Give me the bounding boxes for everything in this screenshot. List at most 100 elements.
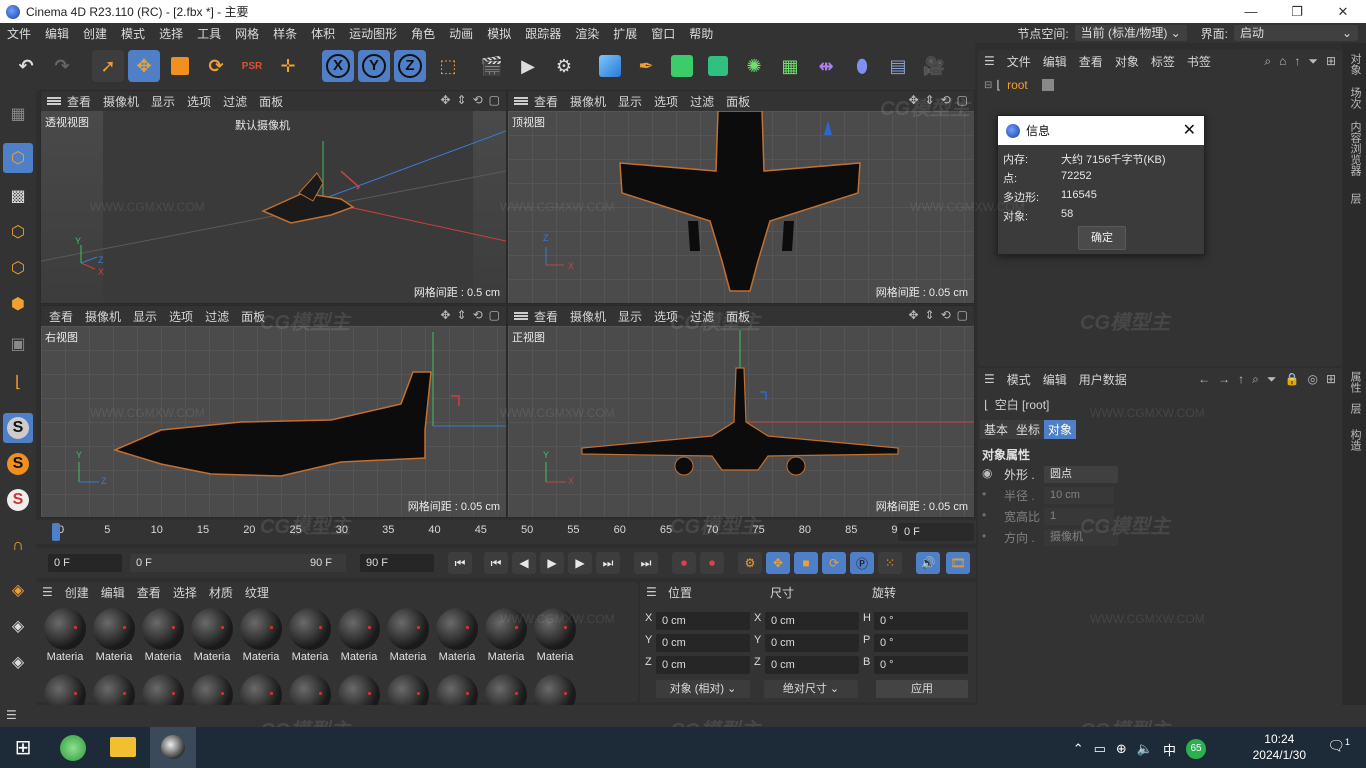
back-arrow-icon[interactable]: ←: [1198, 372, 1210, 387]
cloner-button[interactable]: ✺: [738, 50, 770, 82]
material-swatch[interactable]: Materia: [140, 608, 186, 663]
vp-menu-filter[interactable]: 过滤: [217, 93, 253, 110]
vp-menu-display[interactable]: 显示: [127, 308, 163, 325]
front-viewport[interactable]: 查看 摄像机 显示 选项 过滤 面板 ✥ ⇕ ⟲ ▢ 正视图 Y X 网格间距 : 0…: [507, 305, 975, 518]
object-tree-row-root[interactable]: ⊟ ⌊ root: [984, 78, 1054, 92]
side-tab-attributes[interactable]: 属性: [1347, 371, 1363, 393]
position-field[interactable]: 0 cm: [656, 634, 750, 652]
material-swatch[interactable]: Materia: [483, 608, 529, 663]
vp-menu-options[interactable]: 选项: [648, 308, 684, 325]
target-icon[interactable]: ◎: [1307, 372, 1317, 387]
keyframe-selection-button[interactable]: ⚙: [738, 552, 762, 574]
menu-animate[interactable]: 动画: [442, 25, 480, 42]
zoom-icon[interactable]: ⇕: [925, 308, 935, 322]
mat-menu-view[interactable]: 查看: [131, 584, 167, 601]
speaker-icon[interactable]: 🔈: [1137, 741, 1153, 757]
chevron-up-icon[interactable]: ⌃: [1073, 741, 1084, 757]
x-axis-lock-button[interactable]: X: [322, 50, 354, 82]
make-editable-button[interactable]: ▦: [3, 99, 33, 129]
coordinate-mode-dropdown[interactable]: 对象 (相对) ⌄: [656, 680, 750, 698]
play-button[interactable]: ▶: [540, 552, 564, 574]
position-field[interactable]: 0 cm: [656, 656, 750, 674]
model-mode-button[interactable]: ⬡: [3, 143, 33, 173]
filter-icon[interactable]: ⏷: [1308, 54, 1318, 69]
material-swatch[interactable]: Materia: [91, 608, 137, 663]
select-tool-button[interactable]: ➚: [92, 50, 124, 82]
zoom-icon[interactable]: ⇕: [457, 308, 467, 322]
orbit-icon[interactable]: ⟲: [941, 93, 951, 107]
side-tab-takes[interactable]: 场次: [1347, 87, 1363, 109]
hamburger-icon[interactable]: [514, 97, 528, 105]
vp-menu-display[interactable]: 显示: [612, 308, 648, 325]
vp-menu-view[interactable]: 查看: [61, 93, 97, 110]
grid-sync-button[interactable]: ◈: [3, 647, 33, 677]
ok-button[interactable]: 确定: [1078, 226, 1126, 250]
menu-extensions[interactable]: 扩展: [606, 25, 644, 42]
perspective-viewport[interactable]: 查看 摄像机 显示 选项 过滤 面板 ✥ ⇕ ⟲ ▢ 透视视图 默认摄像机 Y Z X…: [40, 90, 507, 304]
home-icon[interactable]: ⌂: [1279, 54, 1286, 69]
sound-button[interactable]: 🔊: [916, 552, 940, 574]
hamburger-icon[interactable]: ☰: [978, 372, 1001, 386]
side-tab-structure[interactable]: 构造: [1347, 429, 1363, 451]
vp-menu-view[interactable]: 查看: [41, 308, 79, 325]
attribute-value-field[interactable]: 1: [1044, 508, 1114, 525]
pen-button[interactable]: ✒: [630, 50, 662, 82]
menu-mode[interactable]: 模式: [114, 25, 152, 42]
render-settings-button[interactable]: ⚙: [548, 50, 580, 82]
y-axis-lock-button[interactable]: Y: [358, 50, 390, 82]
preview-range-slider[interactable]: 0 F 90 F: [130, 554, 346, 572]
menu-edit[interactable]: 编辑: [38, 25, 76, 42]
hamburger-icon[interactable]: ☰: [646, 585, 657, 599]
tab-basic[interactable]: 基本: [980, 420, 1013, 439]
am-menu-mode[interactable]: 模式: [1001, 371, 1037, 388]
pan-icon[interactable]: ✥: [908, 93, 918, 107]
camera-button[interactable]: 🎥: [918, 50, 950, 82]
material-swatch[interactable]: Materia: [189, 608, 235, 663]
subdivision-surface-button[interactable]: [666, 50, 698, 82]
menu-volume[interactable]: 体积: [304, 25, 342, 42]
end-frame-field[interactable]: 90 F: [360, 554, 434, 572]
hamburger-icon[interactable]: [47, 97, 61, 105]
new-window-icon[interactable]: ⊞: [1326, 372, 1336, 387]
field-button[interactable]: ⬮: [846, 50, 878, 82]
lock-icon[interactable]: 🔒: [1285, 372, 1300, 387]
grid-plane-button[interactable]: ◈: [3, 575, 33, 605]
vp-menu-camera[interactable]: 摄像机: [564, 308, 612, 325]
pan-icon[interactable]: ✥: [440, 93, 450, 107]
menu-file[interactable]: 文件: [0, 25, 38, 42]
extrude-button[interactable]: [702, 50, 734, 82]
menu-mesh[interactable]: 网格: [228, 25, 266, 42]
key-position-button[interactable]: ✥: [766, 552, 790, 574]
key-scale-button[interactable]: ■: [794, 552, 818, 574]
orbit-icon[interactable]: ⟲: [473, 93, 483, 107]
lock-grid-button[interactable]: ◈: [3, 611, 33, 641]
playhead[interactable]: [52, 523, 60, 541]
side-tab-objects[interactable]: 对象: [1347, 53, 1363, 75]
tray-device-icon[interactable]: ▭: [1094, 741, 1106, 757]
redo-button[interactable]: ↷: [46, 50, 78, 82]
rotation-field[interactable]: 0 °: [874, 656, 968, 674]
up-arrow-icon[interactable]: ↑: [1238, 372, 1244, 387]
tab-object[interactable]: 对象: [1044, 420, 1077, 439]
z-axis-lock-button[interactable]: Z: [394, 50, 426, 82]
am-menu-userdata[interactable]: 用户数据: [1073, 371, 1133, 388]
vp-menu-view[interactable]: 查看: [528, 93, 564, 110]
scale-tool-button[interactable]: [164, 50, 196, 82]
maximize-view-icon[interactable]: ▢: [957, 93, 968, 107]
animation-radio-icon[interactable]: ◉: [982, 466, 992, 480]
side-tab-layers[interactable]: 层: [1347, 193, 1363, 204]
move-tool-button[interactable]: ✥: [128, 50, 160, 82]
vp-menu-options[interactable]: 选项: [163, 308, 199, 325]
maximize-view-icon[interactable]: ▢: [489, 308, 500, 322]
material-swatch[interactable]: Materia: [532, 608, 578, 663]
network-globe-icon[interactable]: ⊕: [1116, 741, 1127, 757]
render-view-button[interactable]: 🎬: [476, 50, 508, 82]
transform-tool-button[interactable]: ✛: [272, 50, 304, 82]
film-button[interactable]: 🎞: [946, 552, 970, 574]
texture-mode-button[interactable]: ▩: [3, 181, 33, 211]
menu-window[interactable]: 窗口: [644, 25, 682, 42]
start-frame-field[interactable]: 0 F: [48, 554, 122, 572]
om-menu-view[interactable]: 查看: [1073, 53, 1109, 70]
menu-tracker[interactable]: 跟踪器: [518, 25, 568, 42]
hamburger-icon[interactable]: [514, 312, 528, 320]
